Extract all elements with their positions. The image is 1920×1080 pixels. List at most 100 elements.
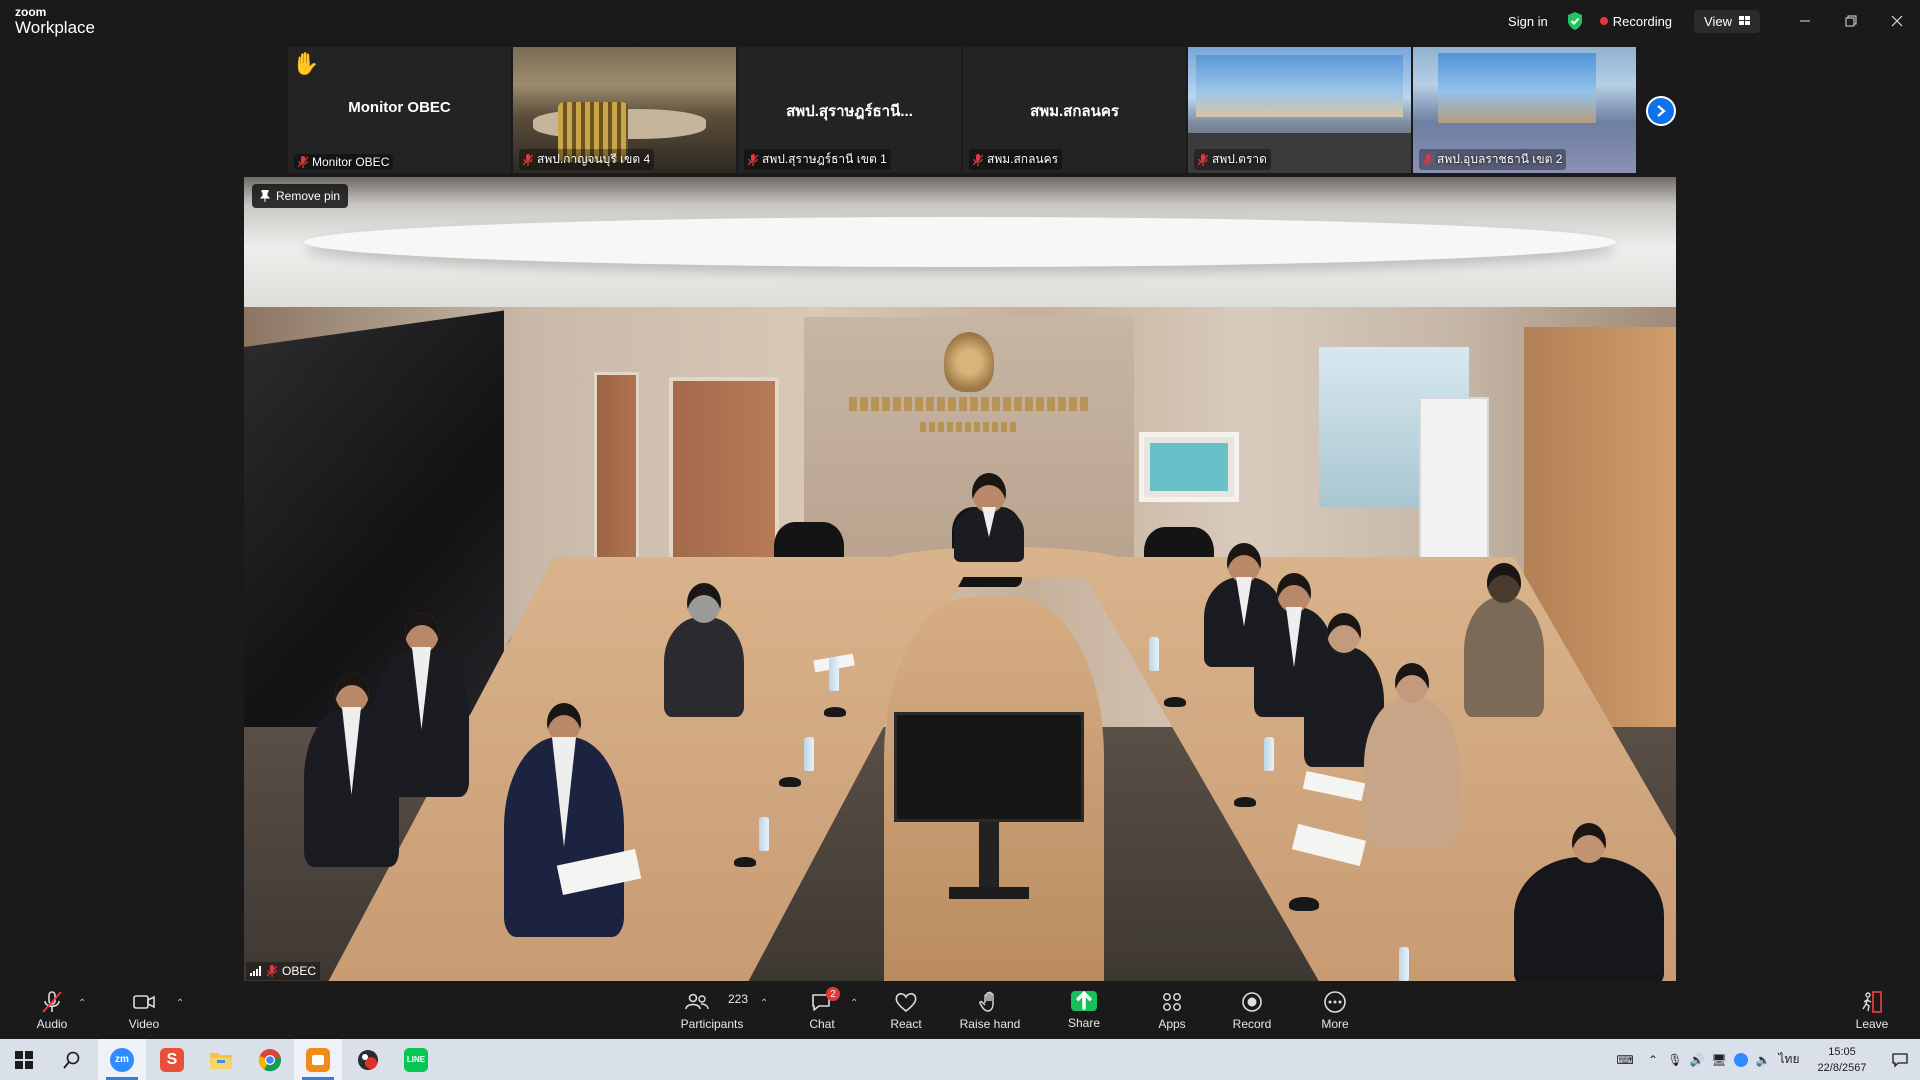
presentation-app-icon	[306, 1047, 330, 1072]
language-indicator[interactable]: ไทย	[1774, 1039, 1804, 1080]
remove-pin-button[interactable]: Remove pin	[252, 184, 349, 208]
clock[interactable]: 15:05 22/8/2567	[1812, 1044, 1872, 1076]
record-button[interactable]: Record	[1230, 981, 1274, 1039]
system-tray: ⌨ ⌃ 🎙 🔊 🖥 🔈 ไทย 15:05 22/8/2567	[1608, 1039, 1920, 1080]
participant-label: สพม.สกลนคร	[969, 149, 1063, 170]
participant-label-text: สพป.กาญจนบุรี เขต 4	[537, 152, 651, 166]
participant-name: สพป.สุราษฎร์ธานี...	[786, 103, 913, 120]
recording-indicator[interactable]: Recording	[1599, 13, 1673, 29]
raised-hand-icon: ✋	[292, 51, 320, 76]
audio-options-caret-icon[interactable]: ⌃	[78, 998, 86, 1009]
taskbar-red-app[interactable]	[344, 1039, 392, 1080]
leave-meeting-icon	[1862, 990, 1882, 1013]
participant-name: Monitor OBEC	[348, 99, 451, 116]
tabletop-monitor	[894, 712, 1084, 822]
mic-muted-icon	[1198, 153, 1208, 166]
mic-muted-icon	[973, 153, 983, 166]
clock-time: 15:05	[1828, 1045, 1856, 1058]
audio-button[interactable]: Audio	[30, 981, 74, 1039]
share-button[interactable]: Share	[1062, 981, 1106, 1039]
mic-muted-icon	[42, 990, 62, 1013]
taskbar-zoom-app[interactable]: zm	[98, 1039, 146, 1080]
zoom-workplace-logo: zoom Workplace	[15, 6, 95, 36]
participants-button[interactable]: Participants	[678, 981, 746, 1039]
taskbar-line-app[interactable]: LINE	[392, 1039, 440, 1080]
red-app-icon	[358, 1049, 378, 1070]
taskbar-presentation-app[interactable]	[294, 1039, 342, 1080]
chat-label: Chat	[809, 1016, 835, 1031]
mic-muted-icon	[1423, 153, 1433, 166]
apps-button[interactable]: Apps	[1150, 981, 1194, 1039]
video-button[interactable]: Video	[122, 981, 166, 1039]
participant-tile[interactable]: สพป.อุบลราชธานี เขต 2	[1413, 47, 1636, 173]
more-label: More	[1321, 1016, 1349, 1031]
office-s-icon: S	[160, 1047, 184, 1072]
windows-taskbar: zm S LINE ⌨ ⌃ 🎙 🔊 🖥 🔈 ไทย 15:05 22/8/256…	[0, 1039, 1920, 1080]
participants-count: 223	[728, 992, 749, 1006]
main-video-label: OBEC	[246, 962, 321, 980]
participants-icon	[685, 993, 709, 1009]
next-page-button[interactable]	[1646, 96, 1676, 126]
heart-icon	[895, 992, 917, 1012]
audio-label: Audio	[36, 1016, 68, 1031]
start-button[interactable]	[0, 1039, 48, 1080]
close-icon	[1891, 15, 1903, 27]
react-button[interactable]: React	[884, 981, 928, 1039]
microphone-tray-icon[interactable]: 🎙	[1664, 1039, 1686, 1080]
keyboard-tray-icon[interactable]: ⌨	[1608, 1039, 1642, 1080]
mic-muted-icon	[298, 156, 308, 168]
taskbar-office-s-app[interactable]: S	[148, 1039, 196, 1080]
clock-date: 22/8/2567	[1817, 1061, 1867, 1074]
share-screen-icon	[1071, 990, 1097, 1011]
start-icon	[15, 1050, 33, 1069]
speaker-tray-icon[interactable]: 🔊	[1686, 1039, 1708, 1080]
restore-button[interactable]	[1828, 0, 1874, 42]
security-shield-icon[interactable]	[1566, 11, 1584, 31]
recording-label: Recording	[1612, 13, 1673, 29]
zoom-app-icon: zm	[110, 1047, 134, 1072]
raise-hand-button[interactable]: Raise hand	[956, 981, 1024, 1039]
more-button[interactable]: More	[1313, 981, 1357, 1039]
main-video[interactable]	[244, 177, 1676, 981]
pin-icon	[260, 190, 270, 202]
view-button[interactable]: View	[1694, 9, 1760, 33]
notifications-icon[interactable]	[1880, 1039, 1920, 1080]
participant-tile[interactable]: สพม.สกลนคร สพม.สกลนคร	[963, 47, 1186, 173]
taskbar-file-explorer[interactable]	[197, 1039, 245, 1080]
show-hidden-icons-chevron-icon[interactable]: ⌃	[1642, 1039, 1664, 1080]
leave-label: Leave	[1855, 1016, 1889, 1031]
apps-icon	[1163, 992, 1181, 1011]
gallery-grid-icon	[1739, 16, 1750, 26]
search-button[interactable]	[48, 1039, 96, 1080]
network-tray-icon[interactable]: 🖥	[1708, 1039, 1730, 1080]
title-bar: zoom Workplace Sign in Recording View	[0, 0, 1920, 45]
video-label: Video	[128, 1016, 160, 1031]
participant-tile[interactable]: สพป.กาญจนบุรี เขต 4	[513, 47, 736, 173]
zoom-tray-icon[interactable]	[1730, 1039, 1752, 1080]
minimize-icon	[1800, 20, 1810, 22]
minimize-button[interactable]	[1782, 0, 1828, 42]
remove-pin-label: Remove pin	[276, 189, 341, 203]
participants-label: Participants	[680, 1016, 744, 1031]
participant-tile[interactable]: สพป.ตราด	[1188, 47, 1411, 173]
participant-strip: ✋ Monitor OBEC Monitor OBEC สพป.กาญจนบุร…	[288, 47, 1636, 173]
react-label: React	[890, 1016, 922, 1031]
participant-label: Monitor OBEC	[294, 154, 394, 170]
raise-hand-label: Raise hand	[959, 1016, 1021, 1031]
participant-label-text: สพม.สกลนคร	[987, 152, 1059, 166]
close-button[interactable]	[1874, 0, 1920, 42]
speaker-name: OBEC	[282, 964, 317, 978]
volume-tray-icon[interactable]: 🔈	[1752, 1039, 1774, 1080]
brand-bottom: Workplace	[15, 18, 95, 37]
chat-unread-badge: 2	[826, 987, 840, 1001]
search-icon	[63, 1051, 80, 1069]
participant-tile[interactable]: สพป.สุราษฎร์ธานี... สพป.สุราษฎร์ธานี เขต…	[738, 47, 961, 173]
record-label: Record	[1232, 1016, 1272, 1031]
taskbar-chrome[interactable]	[246, 1039, 294, 1080]
participants-options-caret-icon[interactable]: ⌃	[760, 998, 768, 1009]
video-options-caret-icon[interactable]: ⌃	[176, 998, 184, 1009]
leave-button[interactable]: Leave	[1850, 981, 1894, 1039]
sign-in-button[interactable]: Sign in	[1508, 14, 1548, 29]
chat-options-caret-icon[interactable]: ⌃	[850, 998, 858, 1009]
participant-tile[interactable]: ✋ Monitor OBEC Monitor OBEC	[288, 47, 511, 173]
